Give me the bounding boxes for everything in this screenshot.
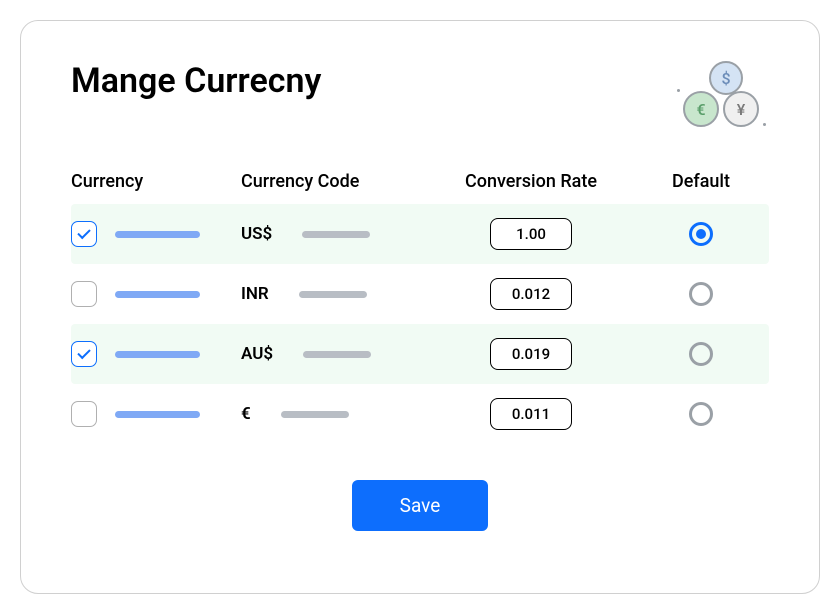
placeholder-bar bbox=[115, 411, 200, 418]
default-radio[interactable] bbox=[689, 222, 713, 246]
row-checkbox[interactable] bbox=[71, 221, 97, 247]
placeholder-bar bbox=[302, 231, 370, 238]
yen-coin-icon: ¥ bbox=[723, 91, 759, 127]
table-row: US$ bbox=[71, 204, 769, 264]
conversion-rate-input[interactable] bbox=[490, 218, 572, 250]
placeholder-bar bbox=[115, 231, 200, 238]
euro-coin-icon: € bbox=[683, 91, 719, 127]
default-radio[interactable] bbox=[689, 342, 713, 366]
header-row: Mange Currecny $ € ¥ bbox=[71, 61, 769, 131]
actions-row: Save bbox=[71, 480, 769, 531]
checkmark-icon bbox=[77, 226, 90, 239]
manage-currency-card: Mange Currecny $ € ¥ Currency Currency C… bbox=[20, 20, 820, 594]
placeholder-bar bbox=[115, 291, 200, 298]
placeholder-bar bbox=[299, 291, 367, 298]
col-code: Currency Code bbox=[241, 171, 421, 192]
currency-coins-icon: $ € ¥ bbox=[669, 61, 769, 131]
placeholder-bar bbox=[303, 351, 371, 358]
row-checkbox[interactable] bbox=[71, 401, 97, 427]
table-row: AU$ bbox=[71, 324, 769, 384]
page-title: Mange Currecny bbox=[71, 61, 321, 101]
col-currency: Currency bbox=[71, 171, 231, 192]
currency-code: AU$ bbox=[241, 344, 273, 364]
conversion-rate-input[interactable] bbox=[490, 398, 572, 430]
currency-code: € bbox=[241, 404, 251, 424]
radio-dot-icon bbox=[696, 229, 706, 239]
currency-code: US$ bbox=[241, 224, 272, 244]
table-header: Currency Currency Code Conversion Rate D… bbox=[71, 159, 769, 204]
col-rate: Conversion Rate bbox=[431, 171, 631, 192]
table-row: € bbox=[71, 384, 769, 444]
default-radio[interactable] bbox=[689, 282, 713, 306]
currency-code: INR bbox=[241, 284, 269, 304]
checkmark-icon bbox=[77, 346, 90, 359]
row-checkbox[interactable] bbox=[71, 341, 97, 367]
placeholder-bar bbox=[115, 351, 200, 358]
table-row: INR bbox=[71, 264, 769, 324]
currency-table: Currency Currency Code Conversion Rate D… bbox=[71, 159, 769, 444]
save-button[interactable]: Save bbox=[352, 480, 489, 531]
col-default: Default bbox=[641, 171, 761, 192]
row-checkbox[interactable] bbox=[71, 281, 97, 307]
conversion-rate-input[interactable] bbox=[490, 278, 572, 310]
placeholder-bar bbox=[281, 411, 349, 418]
default-radio[interactable] bbox=[689, 402, 713, 426]
dollar-coin-icon: $ bbox=[709, 61, 743, 95]
conversion-rate-input[interactable] bbox=[490, 338, 572, 370]
